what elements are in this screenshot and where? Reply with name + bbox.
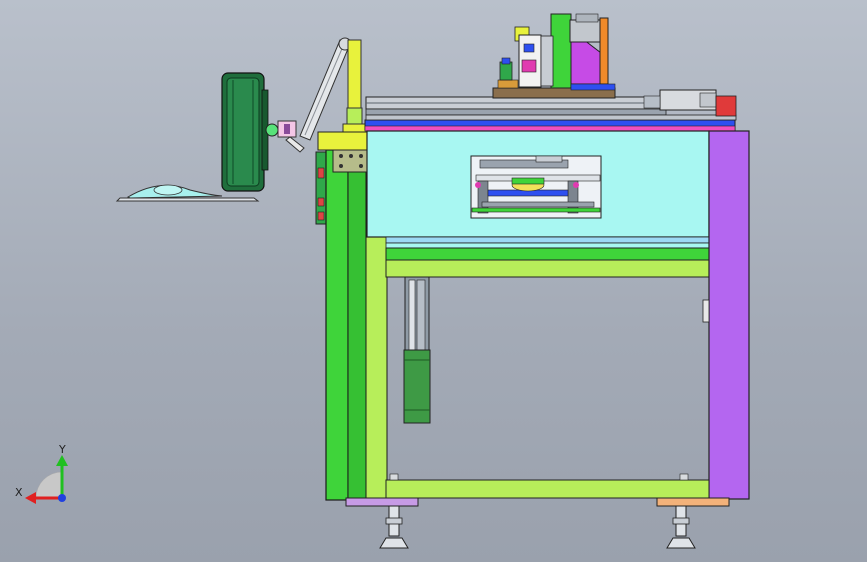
emergency-stop xyxy=(317,167,325,179)
mount-plate xyxy=(332,149,370,173)
right-foot xyxy=(666,505,696,549)
z-axis-dot xyxy=(58,494,66,502)
y-axis-label: Y xyxy=(58,443,66,456)
touch-monitor xyxy=(221,72,269,192)
machine-model-view[interactable]: Y X xyxy=(0,0,867,562)
pneumatic-cylinder xyxy=(499,57,513,81)
reset-button xyxy=(317,211,325,221)
leveling-feet xyxy=(379,505,696,549)
cad-viewport[interactable]: Y X xyxy=(0,0,867,562)
door-handle xyxy=(702,299,710,323)
stop-button xyxy=(317,197,325,207)
left-control-column xyxy=(315,151,327,225)
mount-knob xyxy=(265,123,279,137)
top-gantry xyxy=(365,13,737,121)
inspection-window xyxy=(470,155,602,219)
z-backplate xyxy=(550,13,572,89)
left-post xyxy=(325,149,349,501)
z-axis-column xyxy=(514,26,542,88)
x-axis-label: X xyxy=(15,486,23,499)
triad-quarter-disc xyxy=(35,471,63,499)
left-foot xyxy=(379,505,409,549)
coordinate-triad: Y X xyxy=(15,443,68,504)
monitor-pole xyxy=(342,39,368,133)
z-axis-motor xyxy=(569,19,601,43)
upper-crossbeam xyxy=(385,259,710,278)
vertical-actuator xyxy=(403,276,431,424)
bottom-crossbeam xyxy=(385,479,710,499)
right-side-panel xyxy=(708,130,750,500)
